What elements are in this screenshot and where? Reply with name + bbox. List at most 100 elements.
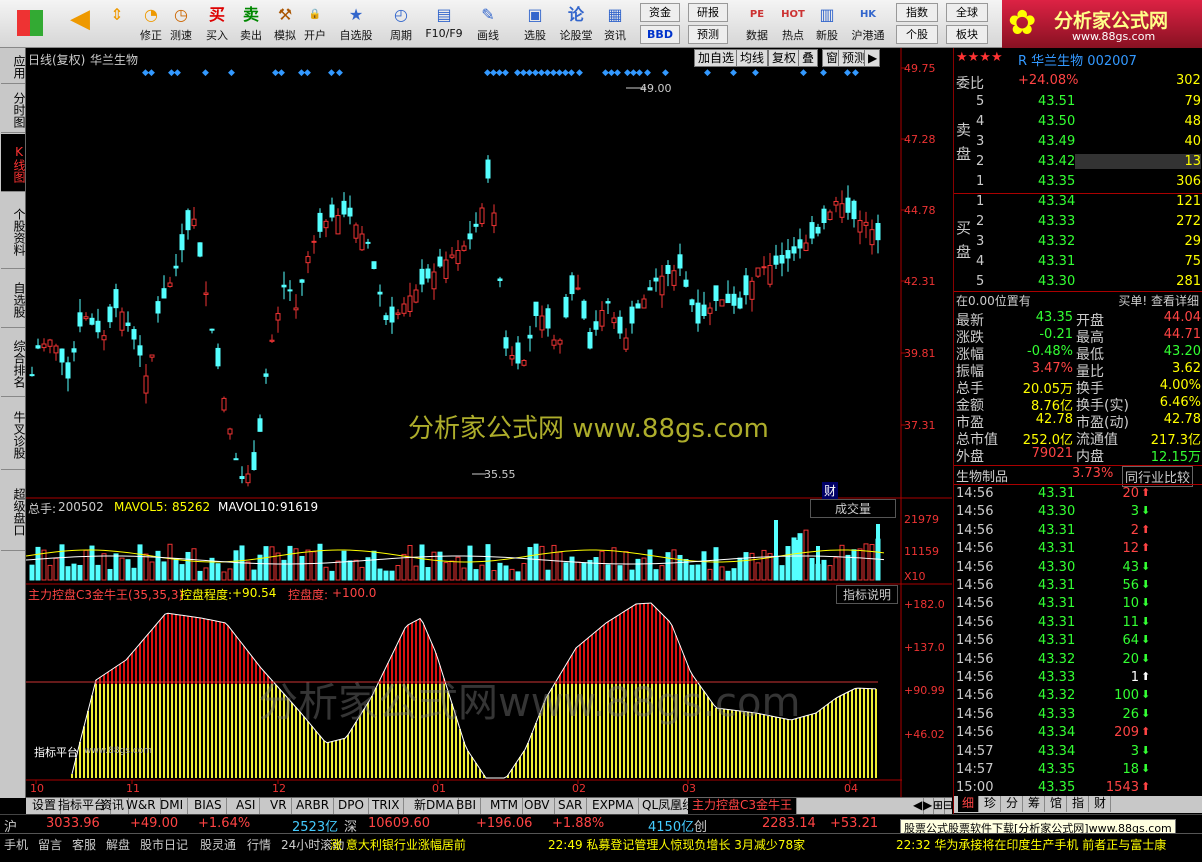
- forecast-button[interactable]: 预测: [688, 25, 728, 44]
- fix-button[interactable]: ◔ 修正: [138, 2, 164, 46]
- volume-bar: [803, 529, 809, 581]
- forum-button[interactable]: 论论股堂: [556, 2, 596, 46]
- tab-12[interactable]: BBI: [452, 798, 482, 814]
- sidebar-item-3[interactable]: 个股资料: [1, 193, 26, 269]
- panel-tab-1[interactable]: 珍: [980, 796, 1002, 812]
- newstock-button[interactable]: ▥ 新股: [812, 2, 842, 46]
- signal-diamond: ◆: [228, 68, 235, 78]
- sidebar-item-5[interactable]: 综合排名: [1, 329, 26, 397]
- candle-body: [113, 289, 119, 309]
- news-2[interactable]: 22:49 私募登记管理人惊现负增长 3月减少78家: [548, 836, 805, 853]
- panel-tab-6[interactable]: 财: [1090, 796, 1112, 812]
- f10-button[interactable]: ▤ F10/F9: [424, 2, 464, 46]
- draw-button[interactable]: ✎ 画线: [472, 2, 504, 46]
- tab-6[interactable]: ASI: [232, 798, 261, 814]
- bottom-item-5[interactable]: 股灵通: [200, 836, 236, 853]
- candle-body: [197, 242, 203, 257]
- tab-16[interactable]: EXPMA: [588, 798, 639, 814]
- capital-button[interactable]: 资金: [640, 3, 680, 22]
- volume-select[interactable]: 成交量: [810, 499, 897, 518]
- candle-body: [275, 313, 281, 321]
- panel-tab-3[interactable]: 筹: [1024, 796, 1046, 812]
- tab-3[interactable]: W&R: [122, 798, 161, 814]
- news-button[interactable]: ▦ 资讯: [600, 2, 630, 46]
- sell-button[interactable]: 卖卖出: [236, 2, 266, 46]
- ind-help-button[interactable]: 指标说明: [836, 585, 899, 604]
- news-3[interactable]: 22:32 华为承接将在印度生产手机 前者正与富士康: [896, 836, 1166, 853]
- tab-5[interactable]: BIAS: [190, 798, 227, 814]
- sidebar-item-0[interactable]: 应用: [1, 48, 26, 84]
- level-num: 2: [976, 214, 985, 229]
- bottom-item-2[interactable]: 客服: [72, 836, 96, 853]
- period-button[interactable]: ◴ 周期: [386, 2, 416, 46]
- webi-value: +24.08%: [1018, 73, 1079, 88]
- candle-body: [437, 256, 443, 267]
- candle-body: [185, 210, 191, 231]
- volume-bar: [491, 570, 497, 581]
- panel-tab-5[interactable]: 指: [1068, 796, 1090, 812]
- speedtest-button[interactable]: ◷ 测速: [166, 2, 196, 46]
- volume-bar: [557, 551, 563, 581]
- tab-13[interactable]: MTM: [486, 798, 524, 814]
- star-icon: ★: [348, 5, 364, 24]
- panel-tab-4[interactable]: 馆: [1046, 796, 1068, 812]
- tab-18[interactable]: 主力控盘C3金牛王: [688, 798, 798, 814]
- volume-bar: [755, 562, 761, 581]
- sector-button[interactable]: 板块: [946, 25, 988, 44]
- tick-price: 43.33: [1038, 670, 1076, 685]
- tab-7[interactable]: VR: [266, 798, 292, 814]
- bottom-item-4[interactable]: 股市日记: [140, 836, 188, 853]
- sidebar-item-2[interactable]: K线图: [1, 134, 26, 192]
- index-button[interactable]: 指数: [896, 3, 938, 22]
- volume-bar: [545, 569, 551, 581]
- candle-body: [653, 277, 659, 282]
- tab-8[interactable]: ARBR: [292, 798, 335, 814]
- tick-vol: 18: [1122, 762, 1139, 777]
- simulate-button[interactable]: ⚒ 模拟: [270, 2, 300, 46]
- research-button[interactable]: 研报: [688, 3, 728, 22]
- stock-picker-button[interactable]: ▣ 选股: [518, 2, 552, 46]
- bottom-item-0[interactable]: 手机: [4, 836, 28, 853]
- stat-value: 42.78: [1035, 412, 1073, 427]
- bottom-item-1[interactable]: 留言: [38, 836, 62, 853]
- news-1[interactable]: 涨 意大利银行业涨幅居前: [330, 836, 466, 853]
- volume-bar: [347, 560, 353, 581]
- up-down-button[interactable]: ⇕: [104, 2, 130, 46]
- panel-tab-2[interactable]: 分: [1002, 796, 1024, 812]
- candle-body: [365, 241, 371, 244]
- hotspot-button[interactable]: HOT 热点: [778, 2, 808, 46]
- fin-marker[interactable]: 财: [822, 482, 839, 499]
- global-button[interactable]: 全球: [946, 3, 988, 22]
- hk-connect-button[interactable]: HK 沪港通: [848, 2, 888, 46]
- candle-body: [215, 347, 221, 367]
- sidebar-item-7[interactable]: 超级盘口: [1, 471, 26, 551]
- stock-button[interactable]: 个股: [896, 25, 938, 44]
- data-button[interactable]: PE 数据: [740, 2, 774, 46]
- sidebar-item-6[interactable]: 牛叉诊股: [1, 398, 26, 470]
- panel-tab-0[interactable]: 细: [958, 796, 980, 812]
- back-button[interactable]: ◀: [62, 2, 98, 46]
- position-link[interactable]: 买单! 查看详细: [1118, 292, 1199, 309]
- sell-level: 1 43.35 306: [954, 174, 1202, 193]
- tick-row: 14:56 43.30 43 ⬇: [954, 560, 1202, 578]
- tab-10[interactable]: TRIX: [368, 798, 405, 814]
- tab-15[interactable]: SAR: [554, 798, 588, 814]
- bottom-item-3[interactable]: 解盘: [106, 836, 130, 853]
- bbd-button[interactable]: BBD: [640, 25, 680, 44]
- sh-value: 3033.96: [46, 816, 100, 831]
- tab-9[interactable]: DPO: [334, 798, 369, 814]
- volume-bar: [359, 566, 365, 581]
- menu-grid-button[interactable]: [10, 2, 50, 46]
- sidebar-item-4[interactable]: 自选股: [1, 270, 26, 328]
- sz-change: +196.06: [476, 816, 533, 831]
- sh-change: +49.00: [130, 816, 179, 831]
- bottom-item-6[interactable]: 行情: [247, 836, 271, 853]
- volume-bar: [125, 559, 131, 581]
- volume-bar: [521, 562, 527, 581]
- open-account-button[interactable]: 🔒 开户: [300, 2, 330, 46]
- tab-4[interactable]: DMI: [156, 798, 189, 814]
- sidebar-item-1[interactable]: 分时图: [1, 85, 26, 133]
- tab-14[interactable]: OBV: [520, 798, 555, 814]
- watchlist-button[interactable]: ★ 自选股: [336, 2, 376, 46]
- buy-button[interactable]: 买买入: [202, 2, 232, 46]
